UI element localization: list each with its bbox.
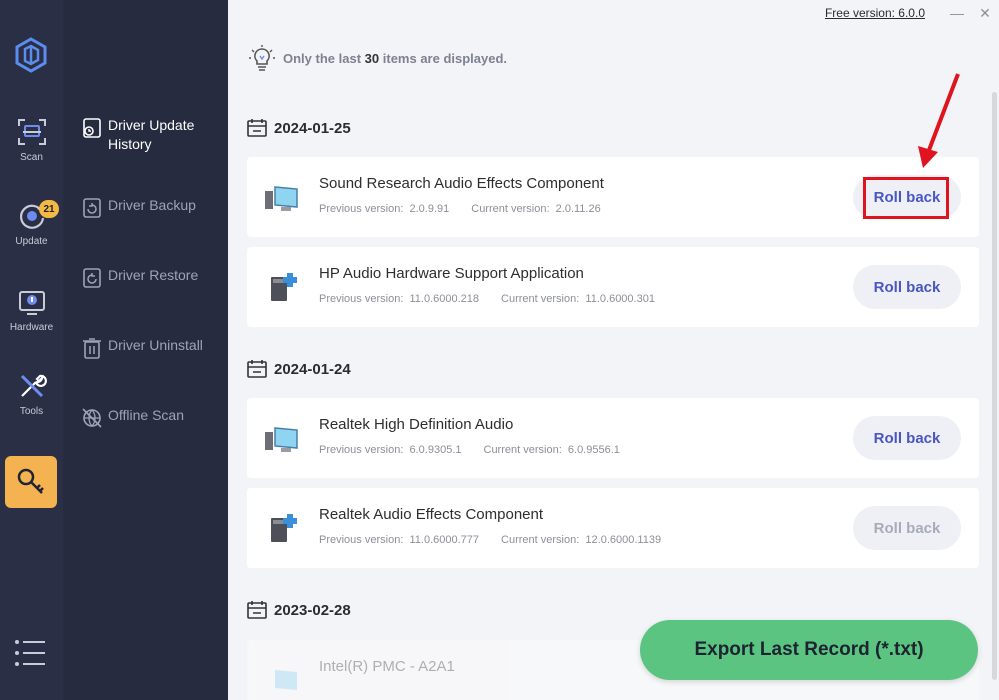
rail-label-update: Update <box>15 236 48 247</box>
sidebar-item-label: Driver Uninstall <box>108 337 203 353</box>
close-button[interactable]: ✕ <box>971 0 999 26</box>
sidebar-item-label: Driver Backup <box>108 197 196 213</box>
device-plugin-icon <box>271 273 297 301</box>
date-header: 2023-02-28 <box>246 600 351 620</box>
calendar-icon <box>247 360 267 378</box>
driver-history-card: HP Audio Hardware Support Application Pr… <box>247 247 979 327</box>
update-count-badge: 21 <box>39 200 59 218</box>
prev-version: 6.0.9305.1 <box>409 444 462 456</box>
version-link[interactable]: Free version: 6.0.0 <box>825 6 925 20</box>
driver-name: Intel(R) PMC - A2A1 <box>319 658 455 675</box>
driver-name: HP Audio Hardware Support Application <box>319 265 584 282</box>
prev-version-label: Previous version: <box>319 203 404 215</box>
scrollbar[interactable] <box>992 92 997 680</box>
sidebar-item-driver-restore[interactable]: Driver Restore <box>81 266 198 289</box>
cur-version-label: Current version: <box>471 203 550 215</box>
date-text: 2024-01-24 <box>274 360 351 378</box>
date-header: 2024-01-24 <box>246 359 351 379</box>
date-header: 2024-01-25 <box>246 118 351 138</box>
audio-device-icon <box>275 670 297 690</box>
driver-name: Sound Research Audio Effects Component <box>319 175 604 192</box>
roll-back-button[interactable]: Roll back <box>853 416 961 460</box>
minimize-button[interactable]: — <box>943 0 971 26</box>
date-text: 2023-02-28 <box>274 601 351 619</box>
sidebar-item-label: Driver Restore <box>108 267 199 283</box>
cur-version-label: Current version: <box>501 534 580 546</box>
tools-sidebar: Driver Update History Driver Backup Driv… <box>63 0 228 700</box>
annotation-arrow-icon <box>918 73 960 168</box>
calendar-icon <box>247 601 267 619</box>
app-logo-icon <box>15 37 47 73</box>
title-bar: Free version: 6.0.0 — ✕ <box>825 0 999 26</box>
prev-version: 11.0.6000.218 <box>409 293 480 305</box>
rail-label-scan: Scan <box>20 152 43 163</box>
date-text: 2024-01-25 <box>274 119 351 137</box>
sidebar-item-offline-scan[interactable]: Offline Scan <box>81 406 184 429</box>
offline-scan-icon <box>82 408 102 428</box>
driver-history-card: Realtek High Definition Audio Previous v… <box>247 398 979 478</box>
rail-item-update[interactable]: 21 Update <box>0 200 63 272</box>
sidebar-item-label: Offline Scan <box>108 407 185 423</box>
scan-icon <box>17 119 46 145</box>
device-plugin-icon <box>271 514 297 542</box>
backup-icon <box>83 198 101 218</box>
sidebar-item-driver-backup[interactable]: Driver Backup <box>81 196 196 219</box>
cur-version: 2.0.11.26 <box>555 203 601 215</box>
items-notice: Only the last 30 items are displayed. <box>248 44 507 72</box>
notice-prefix: Only the last <box>283 50 362 66</box>
hardware-icon <box>18 291 45 315</box>
driver-name: Realtek Audio Effects Component <box>319 506 544 523</box>
prev-version: 2.0.9.91 <box>409 203 450 215</box>
driver-history-card: Realtek Audio Effects Component Previous… <box>247 488 979 568</box>
rail-label-hardware: Hardware <box>9 322 54 333</box>
export-record-button[interactable]: Export Last Record (*.txt) <box>640 620 978 680</box>
lightbulb-icon <box>249 45 275 71</box>
key-icon <box>17 468 44 494</box>
sidebar-item-label: Driver Update History <box>108 117 195 152</box>
prev-version-label: Previous version: <box>319 534 404 546</box>
notice-count: 30 <box>364 50 380 66</box>
cur-version: 6.0.9556.1 <box>567 444 620 456</box>
uninstall-icon <box>83 338 101 359</box>
notice-suffix: items are displayed. <box>382 50 508 66</box>
sidebar-item-driver-uninstall[interactable]: Driver Uninstall <box>81 336 203 359</box>
history-icon <box>83 118 101 138</box>
cur-version: 11.0.6000.301 <box>585 293 655 305</box>
driver-versions: Previous version: 6.0.9305.1 Current ver… <box>319 444 620 456</box>
rail-item-tools[interactable]: Tools <box>0 370 63 442</box>
rail-item-key-active[interactable] <box>5 456 57 508</box>
cur-version-label: Current version: <box>501 293 580 305</box>
calendar-icon <box>247 119 267 137</box>
rail-item-hardware[interactable]: Hardware <box>0 286 63 358</box>
prev-version: 11.0.6000.777 <box>409 534 480 546</box>
driver-history-card: Sound Research Audio Effects Component P… <box>247 157 979 237</box>
driver-versions: Previous version: 11.0.6000.777 Current … <box>319 534 661 546</box>
restore-icon <box>83 268 101 288</box>
prev-version-label: Previous version: <box>319 293 404 305</box>
cur-version: 12.0.6000.1139 <box>585 534 662 546</box>
rail-label-tools: Tools <box>19 406 44 417</box>
roll-back-button-disabled[interactable]: Roll back <box>853 506 961 550</box>
prev-version-label: Previous version: <box>319 444 404 456</box>
cur-version-label: Current version: <box>483 444 562 456</box>
rail-item-scan[interactable]: Scan <box>0 116 63 188</box>
tools-icon <box>20 374 47 398</box>
menu-icon[interactable] <box>14 638 48 668</box>
driver-name: Realtek High Definition Audio <box>319 416 514 433</box>
roll-back-button[interactable]: Roll back <box>853 175 961 219</box>
main-panel: Free version: 6.0.0 — ✕ Only the last 30… <box>228 0 999 700</box>
driver-versions: Previous version: 2.0.9.91 Current versi… <box>319 203 601 215</box>
roll-back-button[interactable]: Roll back <box>853 265 961 309</box>
driver-versions: Previous version: 11.0.6000.218 Current … <box>319 293 655 305</box>
left-rail: Scan 21 Update Hardware Tools <box>0 0 63 700</box>
audio-device-icon <box>265 186 298 211</box>
audio-device-icon <box>265 427 298 452</box>
sidebar-item-driver-update-history[interactable]: Driver Update History <box>81 116 208 154</box>
